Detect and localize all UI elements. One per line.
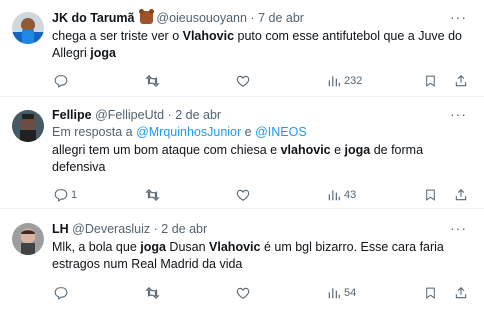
author-name[interactable]: LH [52,222,69,236]
author-name[interactable]: JK do Tarumã [52,11,134,25]
share-icon [455,287,467,299]
views-icon [328,76,340,87]
separator: · [167,108,172,122]
views-button[interactable]: 43 [327,187,356,203]
views-button[interactable]: 232 [327,73,362,89]
highlight-keyword: joga [344,143,371,157]
highlight-keyword: joga [90,46,116,60]
reply-icon [54,189,68,202]
author-handle[interactable]: @FellipeUtd [95,108,164,122]
avatar[interactable] [12,12,44,44]
retweet-button[interactable] [145,73,163,89]
views-count: 232 [344,75,363,88]
separator: · [250,11,255,25]
bookmark-icon [426,75,435,87]
highlight-keyword: joga [140,240,166,254]
tweet[interactable]: LH @Deverasluiz · 2 de abr ··· Mlk, a bo… [0,209,484,315]
avatar[interactable] [12,110,44,142]
reply-icon [54,287,68,300]
tweet-date[interactable]: 7 de abr [258,11,304,25]
tweet-header: JK do Tarumã @oieusouoyann · 7 de abr [52,9,444,27]
bookmark-button[interactable] [424,187,437,203]
tweet[interactable]: JK do Tarumã @oieusouoyann · 7 de abr ··… [0,0,484,97]
retweet-icon [145,75,160,88]
tweet[interactable]: Fellipe @FellipeUtd · 2 de abr ··· Em re… [0,97,484,209]
more-icon[interactable]: ··· [450,220,466,236]
author-name[interactable]: Fellipe [52,108,92,122]
bookmark-button[interactable] [424,285,437,301]
tweet-date[interactable]: 2 de abr [175,108,221,122]
reply-button[interactable]: 1 [54,187,77,203]
reply-icon [54,75,68,88]
tweet-actions: 1 43 [52,187,470,203]
more-icon[interactable]: ··· [450,9,466,25]
reply-button[interactable] [54,73,71,89]
like-icon [236,189,250,201]
reply-button[interactable] [54,285,71,301]
views-count: 43 [344,189,357,202]
author-handle[interactable]: @oieusouoyann [156,11,247,25]
tweet-date[interactable]: 2 de abr [161,222,207,236]
reply-prefix: Em resposta a [52,125,137,139]
avatar[interactable] [12,223,44,255]
separator: · [153,222,158,236]
bear-emoji-icon [138,9,154,24]
views-icon [328,190,340,201]
mention-link[interactable]: @MrquinhosJunior [136,125,241,139]
text-segment: allegri tem um bom ataque com chiesa e [52,143,281,157]
tweet-text: Mlk, a bola que joga Dusan Vlahovic é um… [52,239,470,273]
text-segment: chega a ser triste ver o [52,29,183,43]
retweet-icon [145,189,160,202]
author-handle[interactable]: @Deverasluiz [72,222,150,236]
reply-and: e [241,125,256,139]
mention-link[interactable]: @INEOS [255,125,307,139]
tweet-header: Fellipe @FellipeUtd · 2 de abr [52,106,444,124]
highlight-keyword: Vlahovic [209,240,261,254]
bookmark-button[interactable] [424,73,437,89]
reply-context: Em resposta a @MrquinhosJunior e @INEOS [52,124,470,141]
share-button[interactable] [454,285,468,301]
bookmark-icon [426,287,435,299]
bookmark-icon [426,189,435,201]
views-count: 54 [344,287,357,300]
share-icon [455,189,467,201]
retweet-button[interactable] [145,285,163,301]
reply-count: 1 [71,189,78,202]
retweet-button[interactable] [145,187,163,203]
like-button[interactable] [236,187,253,203]
text-segment: Mlk, a bola que [52,240,141,254]
like-button[interactable] [236,285,253,301]
views-button[interactable]: 54 [327,285,356,301]
share-button[interactable] [454,187,468,203]
highlight-keyword: vlahovic [280,143,331,157]
like-button[interactable] [236,73,253,89]
views-icon [328,288,340,299]
tweet-text: chega a ser triste ver o Vlahovic puto c… [52,28,470,62]
like-icon [236,287,250,299]
text-segment: e [330,143,345,157]
tweet-text: allegri tem um bom ataque com chiesa e v… [52,142,470,176]
highlight-keyword: Vlahovic [182,29,235,43]
tweet-actions: 232 [52,73,470,89]
tweet-actions: 54 [52,285,470,301]
like-icon [236,75,250,87]
share-icon [455,75,467,87]
retweet-icon [145,287,160,300]
share-button[interactable] [454,73,468,89]
more-icon[interactable]: ··· [450,106,466,122]
tweet-header: LH @Deverasluiz · 2 de abr [52,220,444,238]
text-segment: Dusan [165,240,210,254]
